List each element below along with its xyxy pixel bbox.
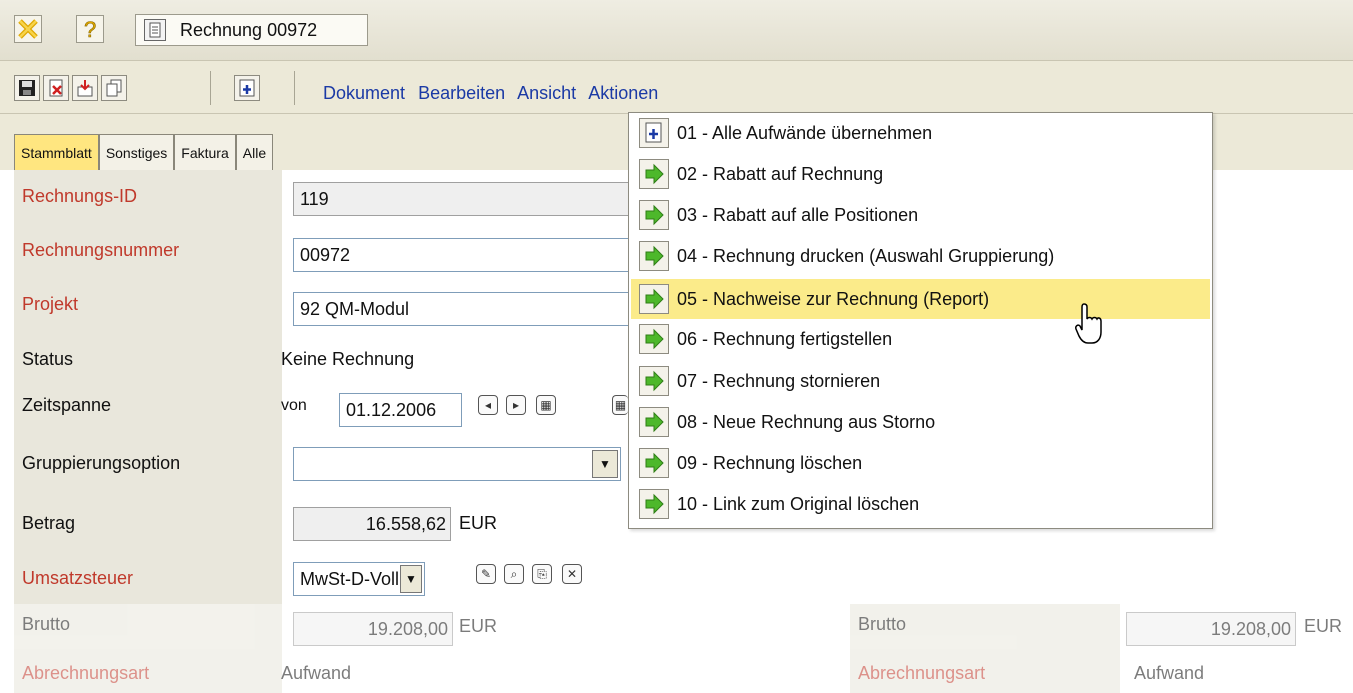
menu-item-label: 05 - Nachweise zur Rechnung (Report) — [677, 288, 990, 309]
tab-stammblatt[interactable]: Stammblatt — [14, 134, 99, 170]
new-document-icon[interactable] — [234, 75, 260, 101]
brutto-currency: EUR — [459, 616, 498, 636]
von-label: von — [281, 397, 307, 414]
toolbar-separator — [210, 71, 211, 105]
green-arrow-icon — [639, 324, 669, 354]
menu-item-fertigstellen[interactable]: 06 - Rechnung fertigstellen — [631, 319, 1210, 359]
calendar-icon[interactable]: ▦ — [612, 395, 628, 415]
label-umsatzsteuer: Umsatzsteuer — [14, 552, 282, 604]
menu-item-label: 08 - Neue Rechnung aus Storno — [677, 411, 936, 432]
menu-item-label: 07 - Rechnung stornieren — [677, 370, 881, 391]
menu-aktionen[interactable]: Aktionen — [588, 83, 658, 103]
green-arrow-icon — [639, 284, 669, 314]
edit-icon[interactable]: ✎ — [476, 564, 496, 584]
menu-item-alle-aufwaende[interactable]: 01 - Alle Aufwände übernehmen — [631, 113, 1210, 153]
green-arrow-icon — [639, 159, 669, 189]
green-arrow-icon — [639, 241, 669, 271]
label-gruppierungsoption: Gruppierungsoption — [14, 431, 282, 497]
label-rechnungsnummer: Rechnungsnummer — [14, 220, 282, 274]
hand-cursor-icon — [1074, 302, 1108, 351]
tab-strip: Stammblatt Sonstiges Faktura Alle — [14, 134, 274, 170]
copy-icon[interactable]: ⎘ — [532, 564, 552, 584]
menu-item-label: 10 - Link zum Original löschen — [677, 493, 920, 514]
document-tab[interactable]: Rechnung 00972 — [135, 14, 368, 46]
row-abrechnungsart: Abrechnungsart Aufwand Abrechnungsart Au… — [14, 649, 1353, 693]
label-abrechnungsart-right: Abrechnungsart — [850, 649, 1120, 693]
help-icon[interactable]: ? — [76, 15, 104, 43]
label-zeitspanne: Zeitspanne — [14, 377, 282, 431]
menu-bearbeiten[interactable]: Bearbeiten — [418, 83, 505, 103]
svg-text:?: ? — [84, 18, 96, 40]
betrag-field: 16.558,62 — [293, 507, 451, 541]
green-arrow-icon — [639, 407, 669, 437]
delete-document-icon[interactable] — [43, 75, 69, 101]
close-icon[interactable] — [14, 15, 42, 43]
menu-item-rechnung-drucken[interactable]: 04 - Rechnung drucken (Auswahl Gruppieru… — [631, 236, 1210, 276]
abrechnungsart-value: Aufwand — [281, 663, 352, 683]
projekt-field[interactable]: 92 QM-Modul — [293, 292, 633, 326]
menu-item-label: 06 - Rechnung fertigstellen — [677, 328, 893, 349]
green-arrow-icon — [639, 489, 669, 519]
green-arrow-icon — [639, 200, 669, 230]
menu-item-rabatt-rechnung[interactable]: 02 - Rabatt auf Rechnung — [631, 154, 1210, 194]
label-status: Status — [14, 329, 282, 377]
menu-item-label: 02 - Rabatt auf Rechnung — [677, 163, 884, 184]
menu-ansicht[interactable]: Ansicht — [517, 83, 576, 103]
label-rechnungs-id: Rechnungs-ID — [14, 170, 282, 220]
rechnungs-id-field: 119 — [293, 182, 633, 216]
next-icon[interactable]: ▸ — [506, 395, 526, 415]
document-title: Rechnung 00972 — [180, 19, 318, 40]
menu-item-neue-rechnung-storno[interactable]: 08 - Neue Rechnung aus Storno — [631, 402, 1210, 442]
clear-icon[interactable]: ✕ — [562, 564, 582, 584]
label-brutto-right: Brutto — [850, 604, 1120, 649]
search-icon[interactable]: ⌕ — [504, 564, 524, 584]
betrag-currency: EUR — [459, 513, 498, 533]
add-doc-icon — [639, 118, 669, 148]
green-arrow-icon — [639, 366, 669, 396]
menu-bar: Dokument Bearbeiten Ansicht Aktionen — [323, 83, 666, 104]
brutto-right-currency: EUR — [1304, 616, 1343, 636]
copy-icon[interactable] — [101, 75, 127, 101]
row-umsatzsteuer: Umsatzsteuer MwSt-D-Voll ▼ ✎ ⌕ ⎘ ✕ — [14, 552, 1353, 604]
umsatzsteuer-select[interactable]: MwSt-D-Voll ▼ — [293, 562, 425, 596]
chevron-down-icon[interactable]: ▼ — [400, 565, 422, 593]
toolbar-separator — [294, 71, 295, 105]
menu-item-stornieren[interactable]: 07 - Rechnung stornieren — [631, 361, 1210, 401]
label-abrechnungsart: Abrechnungsart — [14, 649, 282, 693]
rechnungsnummer-field[interactable]: 00972 — [293, 238, 633, 272]
menu-item-label: 04 - Rechnung drucken (Auswahl Gruppieru… — [677, 245, 1055, 266]
green-arrow-icon — [639, 448, 669, 478]
chevron-down-icon[interactable]: ▼ — [592, 450, 618, 478]
brutto-right-field: 19.208,00 — [1126, 612, 1296, 646]
toolbar: Dokument Bearbeiten Ansicht Aktionen — [0, 61, 1353, 114]
tab-faktura[interactable]: Faktura — [174, 134, 236, 170]
menu-item-label: 03 - Rabatt auf alle Positionen — [677, 204, 919, 225]
title-bar: ? Rechnung 00972 — [0, 0, 1353, 61]
label-projekt: Projekt — [14, 274, 282, 329]
row-brutto: Brutto 19.208,00 EUR Brutto 19.208,00 EU… — [14, 604, 1353, 649]
umsatzsteuer-value: MwSt-D-Voll — [300, 568, 400, 589]
menu-item-rechnung-loeschen[interactable]: 09 - Rechnung löschen — [631, 443, 1210, 483]
label-betrag: Betrag — [14, 497, 282, 552]
export-icon[interactable] — [72, 75, 98, 101]
brutto-field: 19.208,00 — [293, 612, 453, 646]
menu-item-label: 01 - Alle Aufwände übernehmen — [677, 122, 933, 143]
label-brutto: Brutto — [14, 604, 282, 649]
tab-sonstiges[interactable]: Sonstiges — [98, 134, 175, 170]
gruppierungsoption-select[interactable]: ▼ — [293, 447, 621, 481]
previous-icon[interactable]: ◂ — [478, 395, 498, 415]
aktionen-dropdown: 01 - Alle Aufwände übernehmen 02 - Rabat… — [628, 112, 1213, 529]
menu-item-nachweise-report[interactable]: 05 - Nachweise zur Rechnung (Report) — [631, 279, 1210, 319]
von-date-field[interactable]: 01.12.2006 — [339, 393, 462, 427]
menu-item-rabatt-positionen[interactable]: 03 - Rabatt auf alle Positionen — [631, 195, 1210, 235]
status-value: Keine Rechnung — [281, 349, 415, 369]
tab-alle[interactable]: Alle — [235, 134, 274, 170]
abrechnungsart-right-value: Aufwand — [1134, 663, 1205, 683]
menu-dokument[interactable]: Dokument — [323, 83, 405, 103]
calendar-icon[interactable]: ▦ — [536, 395, 556, 415]
menu-item-label: 09 - Rechnung löschen — [677, 452, 863, 473]
menu-item-link-loeschen[interactable]: 10 - Link zum Original löschen — [631, 484, 1210, 524]
save-icon[interactable] — [14, 75, 40, 101]
document-icon — [144, 19, 166, 41]
